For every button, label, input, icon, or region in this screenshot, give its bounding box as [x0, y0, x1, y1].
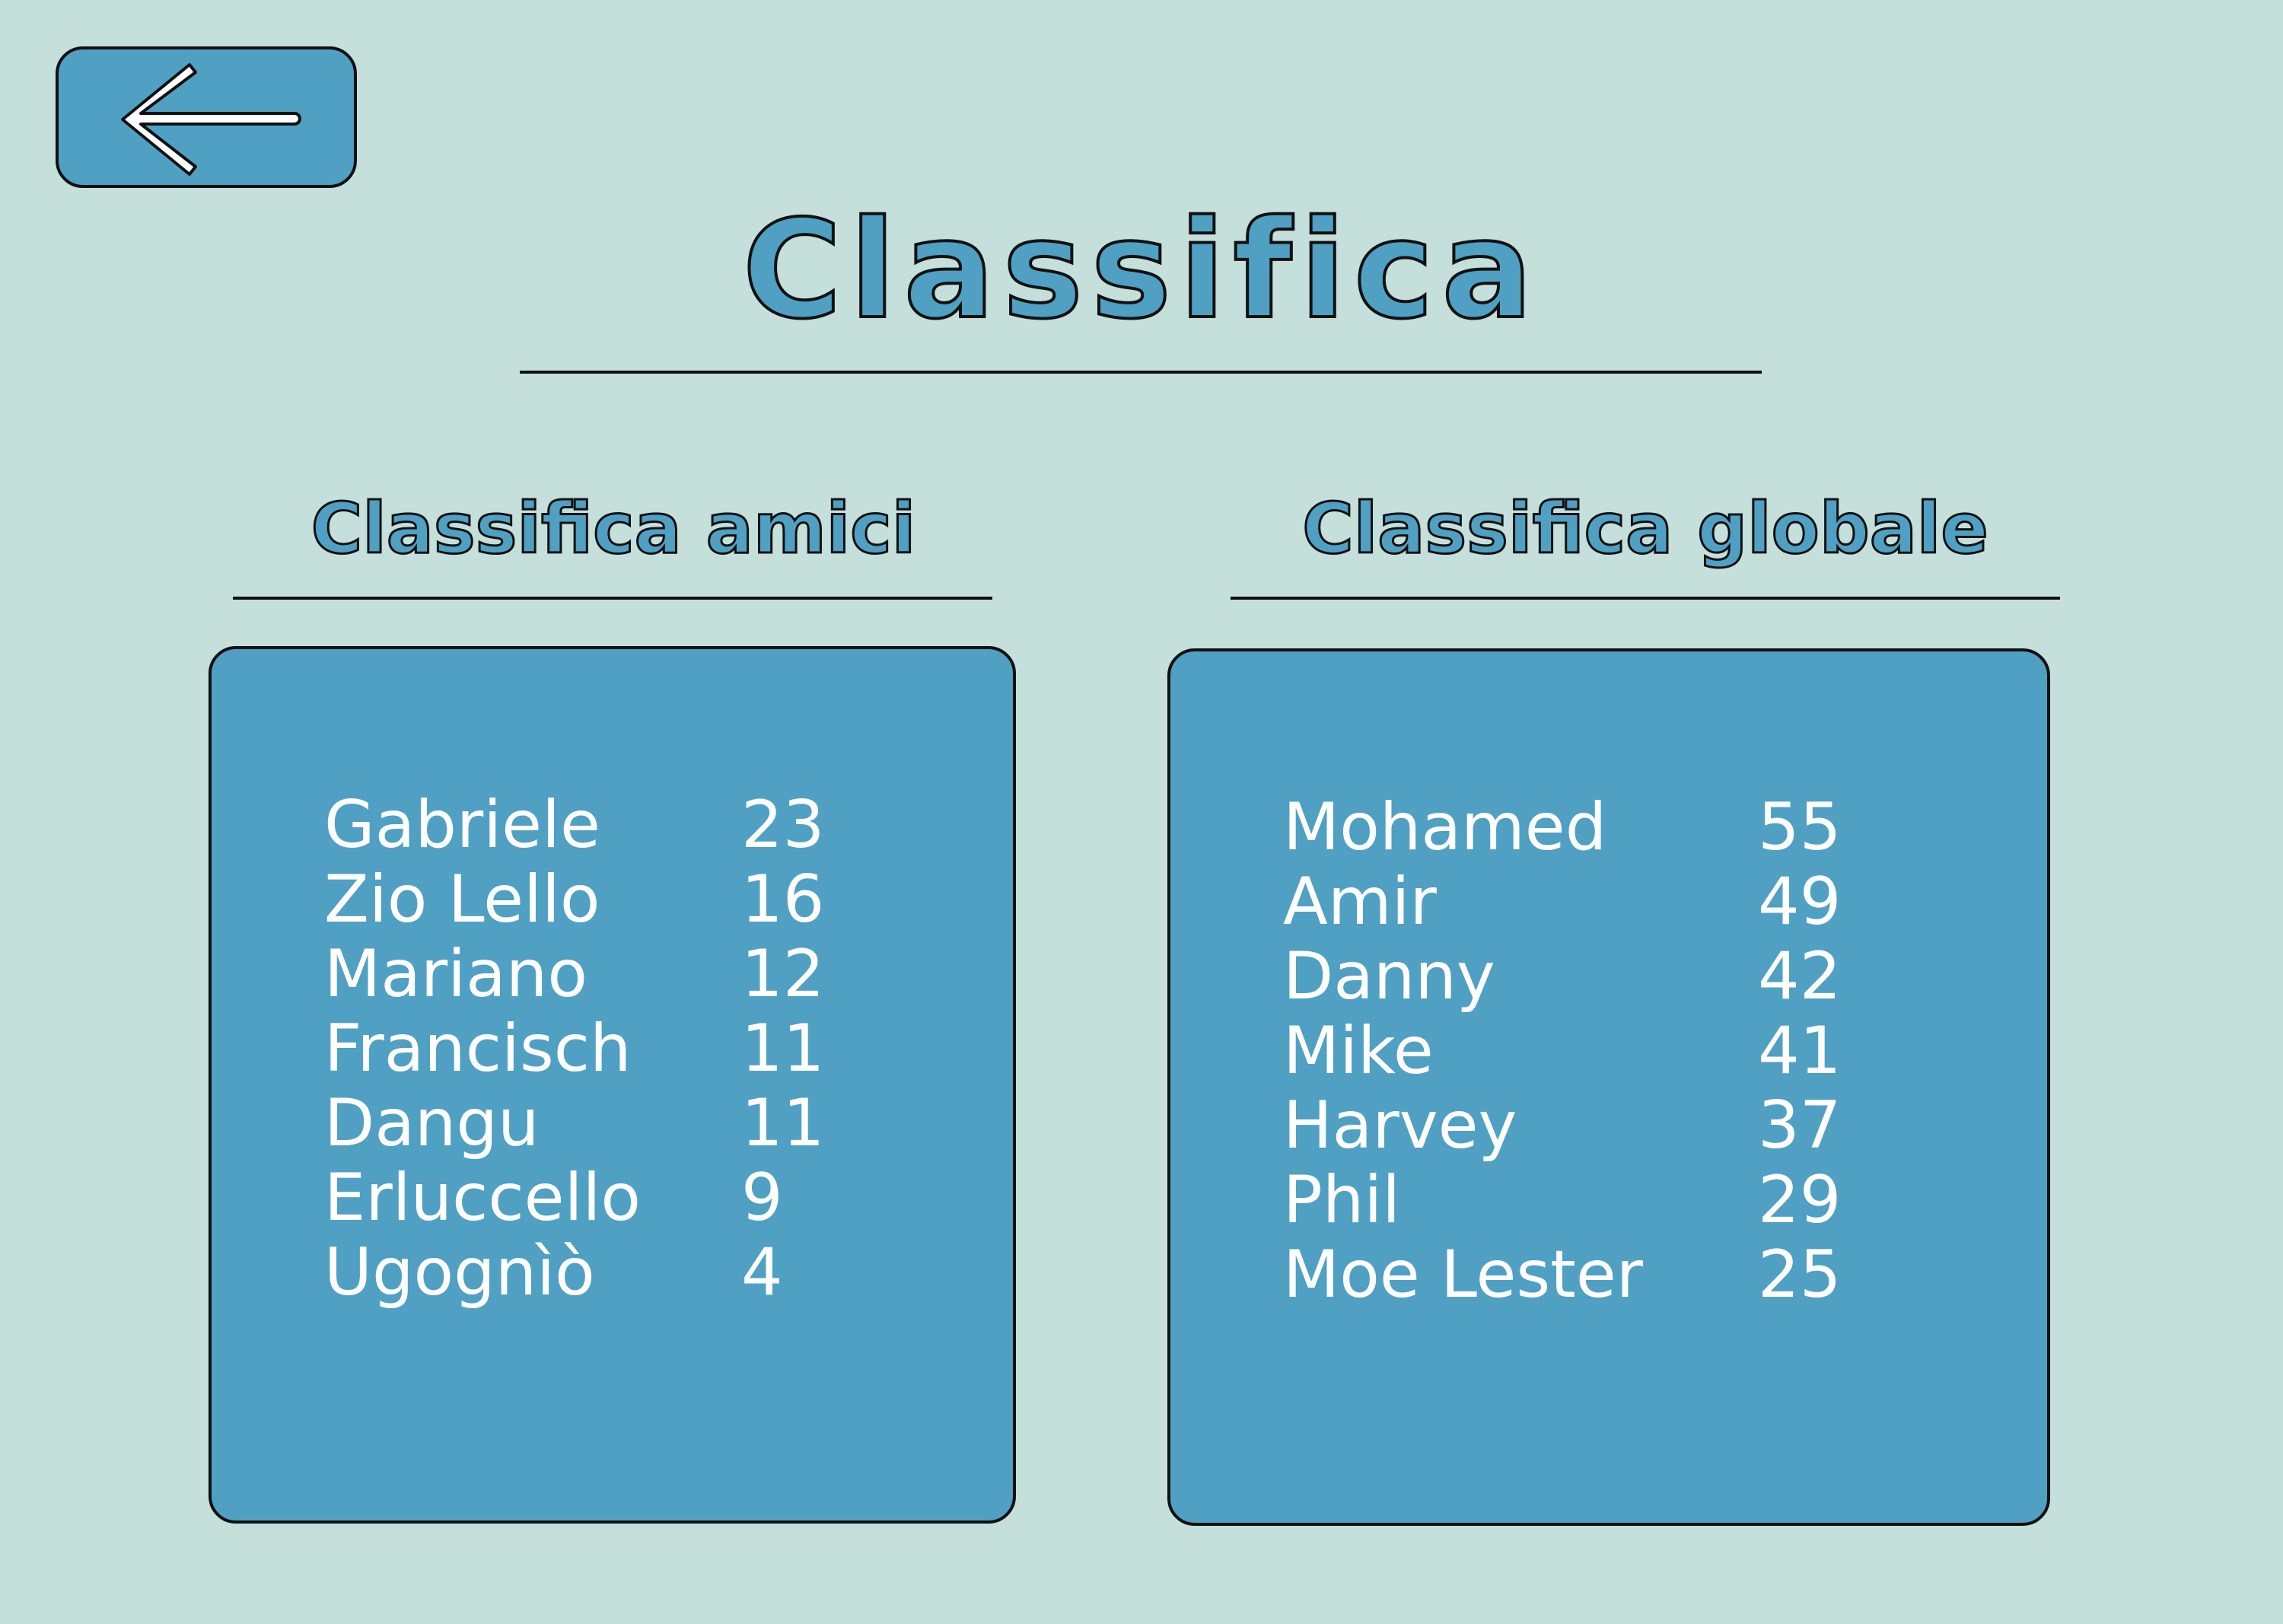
player-name: Mariano	[324, 936, 587, 1012]
player-name: Harvey	[1283, 1087, 1517, 1164]
leaderboard-row: Mike 41	[1283, 1014, 1841, 1088]
leaderboard-row: Mariano 12	[324, 937, 824, 1011]
leaderboard-row: Ugognìò 4	[324, 1235, 824, 1310]
leaderboard-row: Zio Lello 16	[324, 862, 824, 937]
player-score: 49	[1758, 864, 1842, 940]
player-name: Danny	[1283, 938, 1495, 1014]
player-name: Francisch	[324, 1011, 632, 1087]
page-title: Classifica	[741, 191, 1541, 349]
player-score: 41	[1758, 1013, 1842, 1089]
player-name: Ugognìò	[324, 1234, 595, 1310]
player-score: 23	[741, 787, 825, 863]
player-name: Phil	[1283, 1162, 1401, 1238]
player-score: 12	[741, 936, 825, 1012]
leaderboard-row: Moe Lester 25	[1283, 1237, 1841, 1312]
player-score: 29	[1758, 1162, 1842, 1238]
player-name: Mohamed	[1283, 789, 1607, 865]
arrow-left-icon	[121, 63, 301, 176]
friends-title-divider	[233, 597, 992, 600]
player-score: 9	[741, 1160, 783, 1236]
player-score: 4	[741, 1234, 783, 1310]
friends-leaderboard-list: Gabriele 23 Zio Lello 16 Mariano 12 Fran…	[324, 788, 824, 1310]
global-title-divider	[1231, 597, 2060, 600]
leaderboard-row: Harvey 37	[1283, 1088, 1841, 1163]
leaderboard-row: Dangu 11	[324, 1086, 824, 1161]
leaderboard-row: Mohamed 55	[1283, 790, 1841, 865]
player-name: Amir	[1283, 864, 1437, 940]
leaderboard-row: Francisch 11	[324, 1011, 824, 1086]
player-name: Zio Lello	[324, 861, 600, 938]
leaderboard-row: Amir 49	[1283, 865, 1841, 939]
global-leaderboard-list: Mohamed 55 Amir 49 Danny 42 Mike 41 Harv…	[1283, 790, 1841, 1312]
player-name: Moe Lester	[1283, 1237, 1644, 1313]
player-score: 42	[1758, 938, 1842, 1014]
player-score: 55	[1758, 789, 1842, 865]
player-score: 25	[1758, 1237, 1842, 1313]
player-score: 11	[741, 1085, 825, 1161]
player-name: Erluccello	[324, 1160, 641, 1236]
leaderboard-row: Gabriele 23	[324, 788, 824, 862]
player-name: Mike	[1283, 1013, 1434, 1089]
leaderboard-row: Erluccello 9	[324, 1161, 824, 1235]
global-leaderboard-panel: Mohamed 55 Amir 49 Danny 42 Mike 41 Harv…	[1167, 648, 2050, 1526]
leaderboard-row: Danny 42	[1283, 939, 1841, 1014]
player-score: 37	[1758, 1087, 1842, 1164]
player-name: Dangu	[324, 1085, 540, 1161]
global-leaderboard-title: Classifica globale	[1301, 487, 1990, 571]
friends-leaderboard-title: Classifica amici	[310, 487, 917, 571]
leaderboard-row: Phil 29	[1283, 1163, 1841, 1237]
player-score: 11	[741, 1011, 825, 1087]
back-button[interactable]	[56, 46, 357, 188]
player-name: Gabriele	[324, 787, 600, 863]
title-divider	[520, 371, 1762, 374]
friends-leaderboard-panel: Gabriele 23 Zio Lello 16 Mariano 12 Fran…	[209, 646, 1016, 1524]
player-score: 16	[741, 861, 825, 938]
